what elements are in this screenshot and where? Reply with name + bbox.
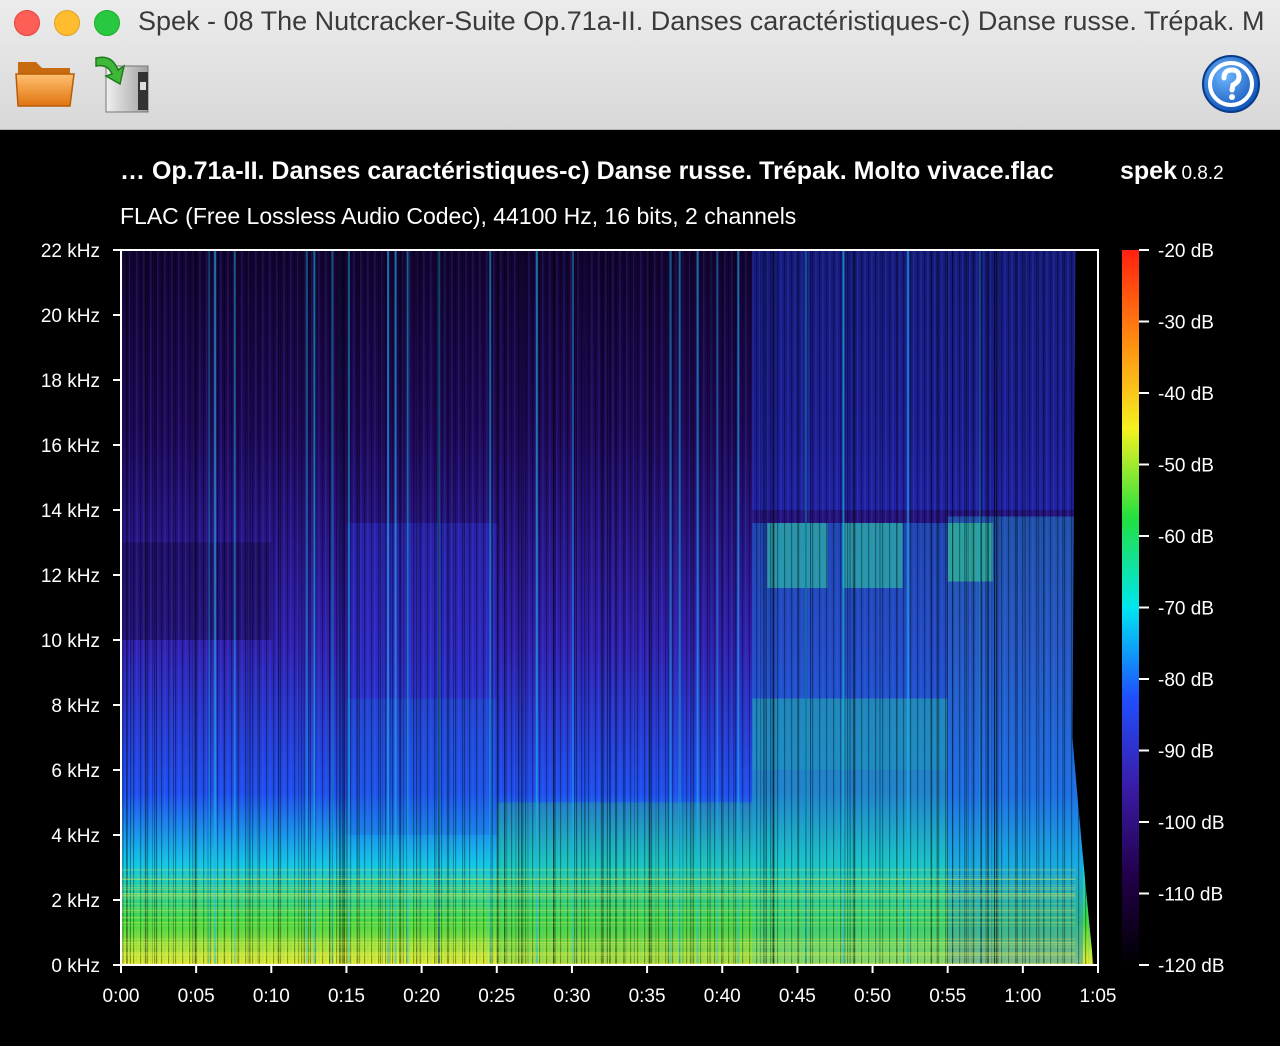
colorbar-tick-label: -120 dB	[1158, 956, 1225, 977]
x-tick-label: 0:45	[779, 986, 816, 1007]
x-tick-label: 0:10	[253, 986, 290, 1007]
time-axis: 0:00 0:05 0:10 0:15 0:20 0:25 0:30 0:35 0:40 0:45…	[103, 965, 1117, 1007]
x-tick-label: 0:00	[103, 986, 140, 1007]
x-tick-label: 0:25	[478, 986, 515, 1007]
y-tick-label: 8 kHz	[51, 696, 100, 717]
colorbar-tick-label: -90 dB	[1158, 742, 1214, 763]
y-tick-label: 10 kHz	[41, 631, 100, 652]
y-tick-label: 0 kHz	[51, 956, 100, 977]
colorbar-tick-label: -80 dB	[1158, 670, 1214, 691]
colorbar-tick-label: -70 dB	[1158, 599, 1214, 620]
frequency-axis: 0 kHz 2 kHz 4 kHz 6 kHz 8 kHz 10 kHz 12 kHz 14 …	[41, 241, 121, 977]
spectrogram-chart: 0 kHz 2 kHz 4 kHz 6 kHz 8 kHz 10 kHz 12 kHz 14 …	[41, 241, 1225, 1007]
x-tick-label: 0:20	[403, 986, 440, 1007]
x-tick-label: 0:05	[178, 986, 215, 1007]
x-tick-label: 0:50	[854, 986, 891, 1007]
y-tick-label: 18 kHz	[41, 371, 100, 392]
colorbar	[1122, 250, 1139, 965]
colorbar-tick-label: -110 dB	[1158, 885, 1223, 906]
x-tick-label: 0:55	[929, 986, 966, 1007]
colorbar-tick-label: -40 dB	[1158, 384, 1214, 405]
x-tick-label: 1:00	[1004, 986, 1041, 1007]
colorbar-tick-label: -100 dB	[1158, 813, 1225, 834]
colorbar-tick-label: -20 dB	[1158, 241, 1214, 262]
y-tick-label: 2 kHz	[51, 891, 100, 912]
x-tick-label: 0:40	[704, 986, 741, 1007]
colorbar-axis: -20 dB -30 dB -40 dB -50 dB -60 dB -70 dB -80 …	[1139, 241, 1225, 977]
x-tick-label: 0:15	[328, 986, 365, 1007]
y-tick-label: 6 kHz	[51, 761, 100, 782]
x-tick-label: 1:05	[1080, 986, 1117, 1007]
y-tick-label: 16 kHz	[41, 436, 100, 457]
colorbar-tick-label: -60 dB	[1158, 527, 1214, 548]
y-tick-label: 4 kHz	[51, 826, 100, 847]
x-tick-label: 0:30	[553, 986, 590, 1007]
y-tick-label: 12 kHz	[41, 566, 100, 587]
spectrogram-plot	[121, 250, 1098, 965]
y-tick-label: 22 kHz	[41, 241, 100, 262]
y-tick-label: 20 kHz	[41, 306, 100, 327]
y-tick-label: 14 kHz	[41, 501, 100, 522]
colorbar-tick-label: -50 dB	[1158, 456, 1214, 477]
x-tick-label: 0:35	[629, 986, 666, 1007]
colorbar-tick-label: -30 dB	[1158, 313, 1214, 334]
